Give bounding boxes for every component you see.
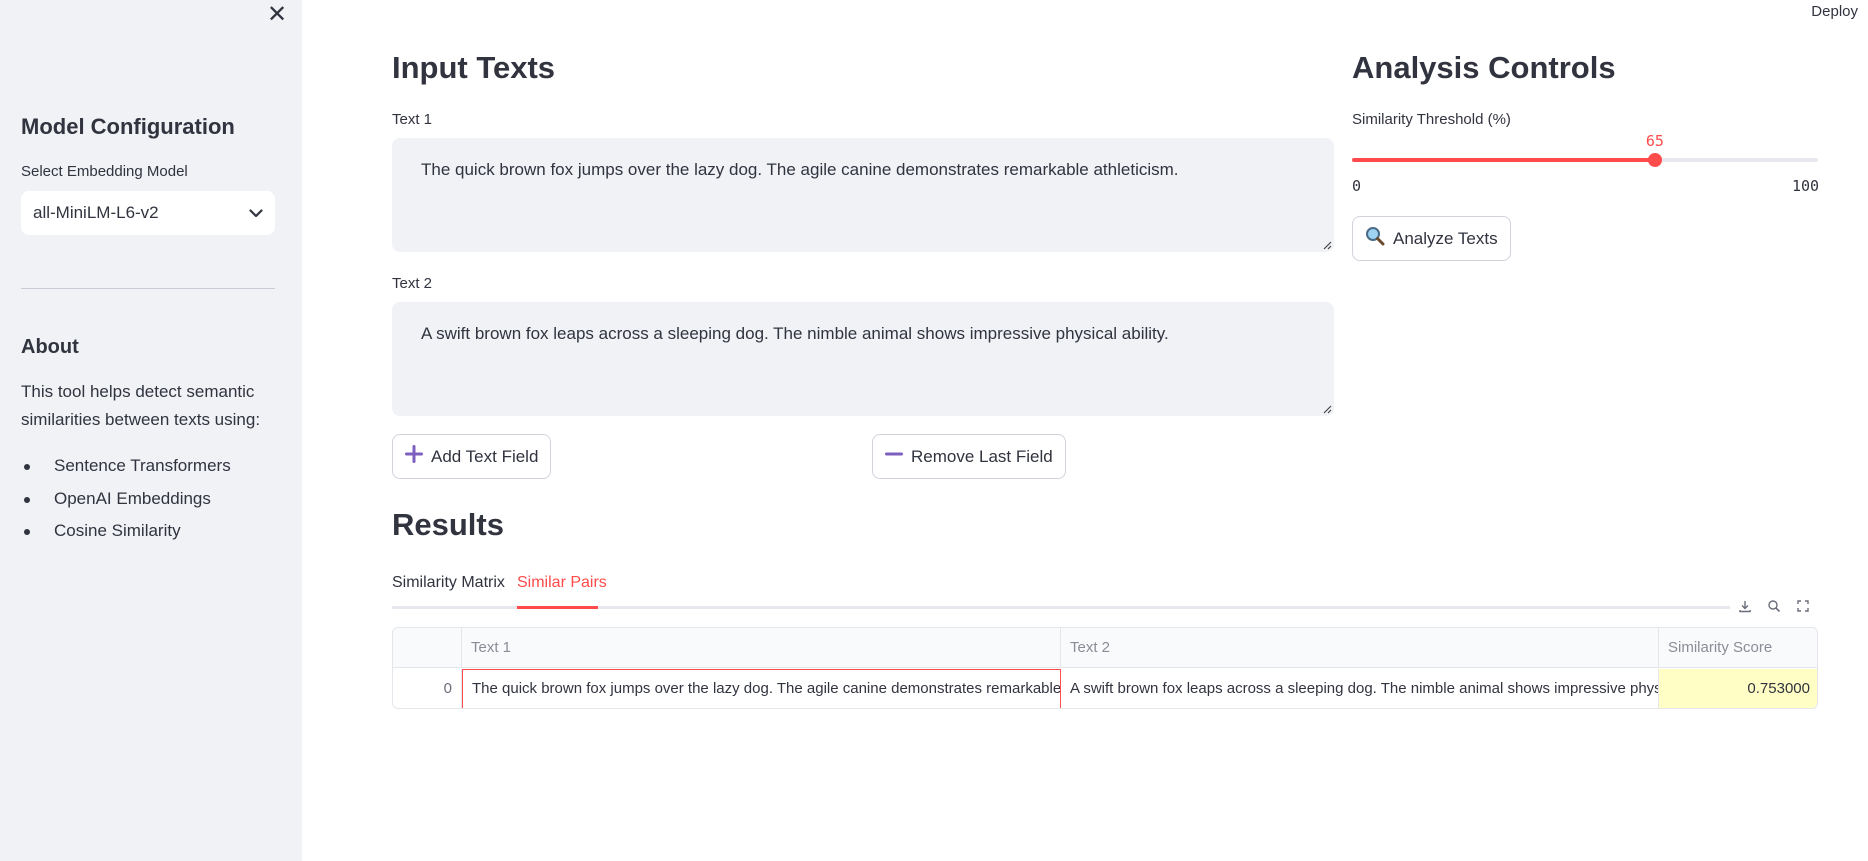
plus-icon bbox=[405, 445, 423, 468]
column-header-text1[interactable]: Text 1 bbox=[462, 628, 1061, 668]
text1-textarea[interactable]: The quick brown fox jumps over the lazy … bbox=[392, 138, 1334, 252]
embedding-model-select[interactable]: all-MiniLM-L6-v2 bbox=[21, 191, 275, 235]
analyze-texts-button[interactable]: Analyze Texts bbox=[1352, 216, 1511, 261]
table-toolbar bbox=[1730, 593, 1818, 619]
text2-textarea[interactable]: A swift brown fox leaps across a sleepin… bbox=[392, 302, 1334, 416]
column-header-text2[interactable]: Text 2 bbox=[1061, 628, 1659, 668]
table-cell-text2[interactable]: A swift brown fox leaps across a sleepin… bbox=[1061, 669, 1659, 708]
list-item: Sentence Transformers bbox=[21, 452, 231, 485]
text2-value: A swift brown fox leaps across a sleepin… bbox=[421, 324, 1169, 343]
search-icon[interactable] bbox=[1764, 596, 1784, 616]
tab-similar-pairs[interactable]: Similar Pairs bbox=[517, 574, 607, 592]
about-text: This tool helps detect semantic similari… bbox=[21, 382, 261, 429]
active-tab-underline bbox=[517, 606, 598, 609]
column-header-score[interactable]: Similarity Score bbox=[1659, 628, 1817, 668]
threshold-slider-thumb[interactable] bbox=[1647, 153, 1662, 167]
deploy-button[interactable]: Deploy bbox=[1811, 3, 1858, 20]
results-heading: Results bbox=[392, 507, 504, 542]
similar-pairs-table: Text 1 Text 2 Similarity Score 0 The qui… bbox=[392, 627, 1818, 709]
results-tabs: Similarity Matrix Similar Pairs bbox=[392, 570, 1818, 610]
model-config-heading: Model Configuration bbox=[21, 114, 235, 139]
fullscreen-icon[interactable] bbox=[1793, 596, 1813, 616]
table-cell-score[interactable]: 0.753000 bbox=[1659, 669, 1817, 708]
text1-label: Text 1 bbox=[392, 111, 433, 128]
analysis-controls-heading: Analysis Controls bbox=[1352, 50, 1616, 85]
add-text-field-button[interactable]: Add Text Field bbox=[392, 434, 552, 479]
tab-divider bbox=[392, 606, 1818, 609]
minus-icon bbox=[885, 445, 903, 468]
magnifier-icon bbox=[1365, 226, 1385, 251]
text1-value: The quick brown fox jumps over the lazy … bbox=[421, 160, 1179, 179]
slider-min-label: 0 bbox=[1352, 177, 1362, 195]
row-index: 0 bbox=[393, 669, 462, 708]
resize-handle-icon[interactable] bbox=[1322, 404, 1332, 414]
about-list: Sentence Transformers OpenAI Embeddings … bbox=[21, 452, 231, 550]
table-cell-text1[interactable]: The quick brown fox jumps over the lazy … bbox=[462, 669, 1061, 708]
select-model-label: Select Embedding Model bbox=[21, 163, 188, 180]
threshold-slider[interactable] bbox=[1352, 153, 1818, 167]
threshold-label: Similarity Threshold (%) bbox=[1352, 111, 1511, 128]
text2-label: Text 2 bbox=[392, 275, 433, 292]
add-text-field-label: Add Text Field bbox=[431, 446, 539, 466]
index-header bbox=[393, 628, 462, 668]
threshold-slider-fill bbox=[1352, 158, 1655, 162]
slider-max-label: 100 bbox=[1792, 177, 1820, 195]
chevron-down-icon bbox=[249, 203, 263, 223]
download-icon[interactable] bbox=[1735, 596, 1755, 616]
input-texts-heading: Input Texts bbox=[392, 50, 556, 85]
sidebar-divider bbox=[21, 288, 275, 289]
resize-handle-icon[interactable] bbox=[1322, 240, 1332, 250]
threshold-value: 65 bbox=[1645, 132, 1664, 150]
analyze-texts-label: Analyze Texts bbox=[1393, 228, 1498, 248]
embedding-model-value: all-MiniLM-L6-v2 bbox=[33, 203, 159, 222]
remove-last-field-label: Remove Last Field bbox=[911, 446, 1053, 466]
tab-similarity-matrix[interactable]: Similarity Matrix bbox=[392, 574, 505, 592]
list-item: OpenAI Embeddings bbox=[21, 485, 231, 518]
sidebar: ✕ Model Configuration Select Embedding M… bbox=[0, 0, 302, 861]
list-item: Cosine Similarity bbox=[21, 517, 231, 550]
close-sidebar-icon[interactable]: ✕ bbox=[264, 2, 290, 28]
about-heading: About bbox=[21, 336, 79, 358]
remove-last-field-button[interactable]: Remove Last Field bbox=[872, 434, 1066, 479]
